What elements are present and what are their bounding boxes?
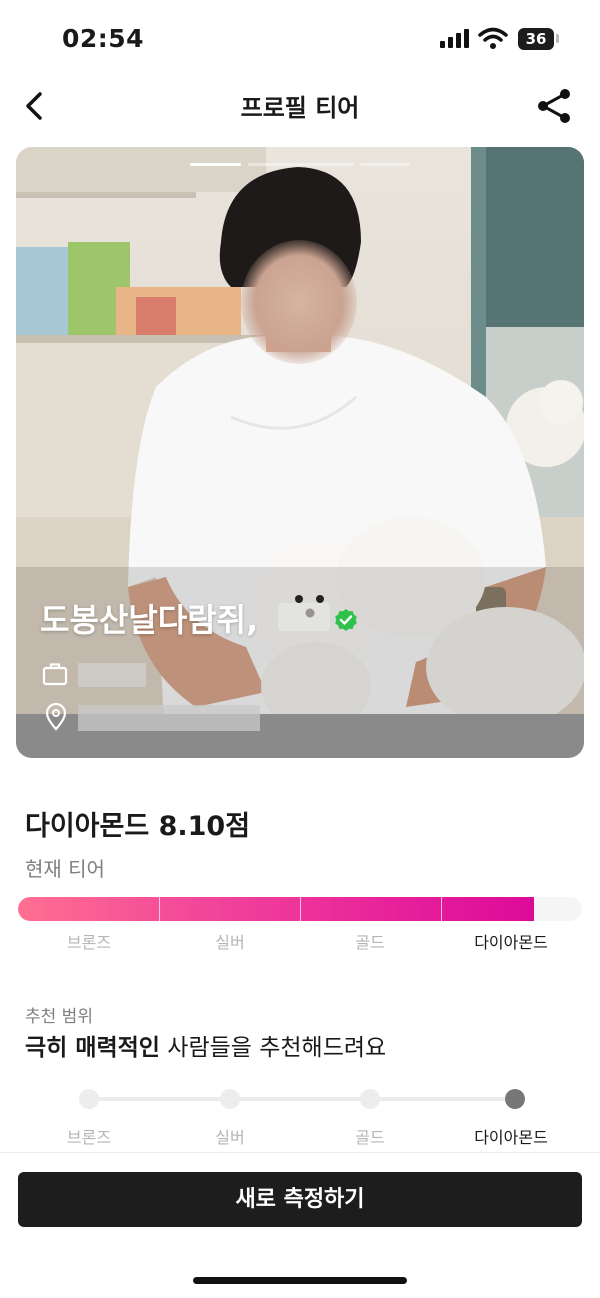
remeasure-button[interactable]: 새로 측정하기 <box>18 1172 582 1227</box>
recommend-label-bronze: 브론즈 <box>66 1128 112 1147</box>
recommend-range-label: 추천 범위 <box>25 1007 93 1027</box>
blurred-age <box>278 603 330 631</box>
battery-nub <box>556 34 559 43</box>
recommend-rest: 사람들을 추천해드려요 <box>159 1035 387 1061</box>
tier-score: 다이아몬드 8.10점 <box>25 811 251 842</box>
recommend-dot-silver[interactable] <box>220 1089 240 1109</box>
photo-progress-1 <box>190 163 241 166</box>
share-button[interactable] <box>534 86 574 126</box>
tier-bar-fill <box>18 897 535 921</box>
tier-bar-divider <box>159 897 160 921</box>
profile-nickname: 도봉산날다람쥐, <box>40 601 259 639</box>
battery-indicator: 36 <box>518 28 554 50</box>
tier-bar <box>18 897 582 921</box>
tier-label-diamond: 다이아몬드 <box>474 933 548 952</box>
photo-progress-3 <box>360 163 410 166</box>
recommend-dot-diamond[interactable] <box>505 1089 525 1109</box>
recommend-label-silver: 실버 <box>215 1128 245 1147</box>
tier-label-bronze: 브론즈 <box>66 933 112 952</box>
tier-label-gold: 골드 <box>355 933 385 952</box>
blurred-location <box>78 705 260 731</box>
wifi-icon <box>478 27 508 49</box>
cellular-signal-icon <box>440 28 470 48</box>
recommend-slider-track[interactable] <box>88 1097 515 1101</box>
page-title: 프로필 티어 <box>240 94 360 122</box>
recommend-dot-bronze[interactable] <box>79 1089 99 1109</box>
blurred-job <box>78 663 146 687</box>
recommend-dot-gold[interactable] <box>360 1089 380 1109</box>
briefcase-icon <box>42 663 68 686</box>
photo-progress-2 <box>248 163 354 166</box>
current-tier-label: 현재 티어 <box>25 857 105 881</box>
tier-label-silver: 실버 <box>215 933 245 952</box>
recommend-highlight: 극히 매력적인 <box>25 1035 160 1061</box>
recommend-label-diamond: 다이아몬드 <box>474 1128 548 1147</box>
status-time: 02:54 <box>62 24 145 53</box>
location-pin-icon <box>45 703 67 731</box>
profile-photo-card[interactable]: 도봉산날다람쥐, <box>16 147 584 758</box>
verified-check-icon <box>335 609 357 631</box>
home-indicator[interactable] <box>193 1277 407 1284</box>
tier-bar-divider <box>441 897 442 921</box>
recommend-range-text: 극히 매력적인 사람들을 추천해드려요 <box>25 1028 386 1062</box>
bottom-divider <box>0 1152 600 1153</box>
tier-bar-divider <box>300 897 301 921</box>
recommend-label-gold: 골드 <box>355 1128 385 1147</box>
